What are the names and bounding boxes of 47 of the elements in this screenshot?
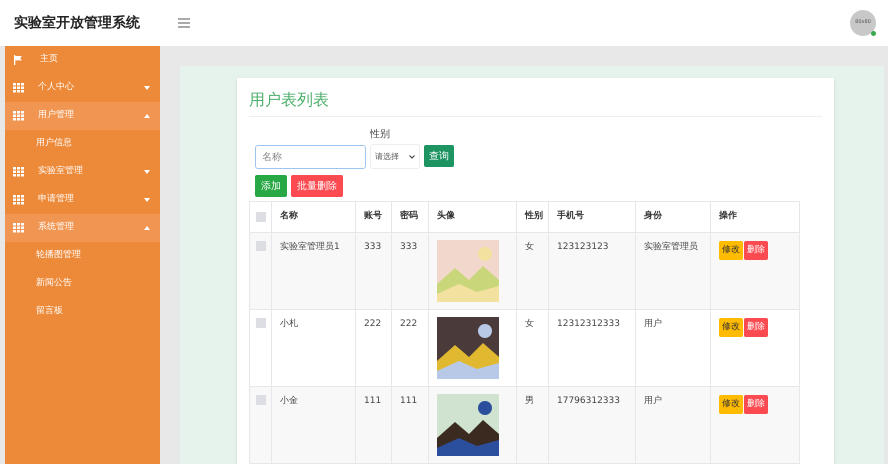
table-cell: 111 <box>356 386 392 464</box>
select-all-checkbox[interactable] <box>256 212 266 222</box>
sidebar-subitem[interactable]: 留言板 <box>5 298 160 326</box>
caret-icon <box>144 86 150 90</box>
menu-icon[interactable] <box>178 18 190 28</box>
grid-icon <box>13 195 24 205</box>
query-button[interactable]: 查询 <box>424 145 454 167</box>
edit-button[interactable]: 修改 <box>719 241 743 260</box>
sidebar-item[interactable]: 实验室管理 <box>5 158 160 186</box>
grid-icon <box>13 167 24 177</box>
row-checkbox[interactable] <box>256 395 266 405</box>
sidebar-item[interactable]: 系统管理 <box>5 214 160 242</box>
page-title: 用户表列表 <box>249 88 822 117</box>
app-title: 实验室开放管理系统 <box>14 14 141 32</box>
add-button[interactable]: 添加 <box>255 175 287 197</box>
sidebar-item[interactable]: 个人中心 <box>5 74 160 102</box>
table-cell: 男 <box>516 386 548 464</box>
name-search-field[interactable]: 名称 <box>255 145 366 169</box>
grid-icon <box>13 83 24 93</box>
caret-icon <box>144 198 150 202</box>
gender-select[interactable]: 请选择 <box>370 144 420 169</box>
row-checkbox[interactable] <box>256 318 266 328</box>
table-cell: 用户 <box>636 386 710 464</box>
table-cell: 小金 <box>272 386 356 464</box>
table-cell: 111 <box>392 386 428 464</box>
table-cell: 17796312333 <box>548 386 636 464</box>
caret-icon <box>144 114 150 118</box>
sidebar-item[interactable]: 用户管理 <box>5 102 160 130</box>
flag-icon <box>13 55 23 65</box>
gender-label: 性别 <box>370 128 391 142</box>
sidebar-subitem[interactable]: 新闻公告 <box>5 270 160 298</box>
edit-button[interactable]: 修改 <box>719 318 743 337</box>
chevron-down-icon <box>409 154 415 158</box>
sidebar-subitem[interactable]: 用户信息 <box>5 130 160 158</box>
edit-button[interactable]: 修改 <box>719 395 743 414</box>
sidebar-item[interactable]: 主页 <box>5 46 160 74</box>
batch-delete-button[interactable]: 批量删除 <box>291 175 343 197</box>
sidebar-subitem[interactable]: 轮播图管理 <box>5 242 160 270</box>
delete-button[interactable]: 删除 <box>744 395 768 414</box>
grid-icon <box>13 223 24 233</box>
caret-icon <box>144 226 150 230</box>
row-checkbox[interactable] <box>256 241 266 251</box>
grid-icon <box>13 111 24 121</box>
sidebar-item[interactable]: 申请管理 <box>5 186 160 214</box>
caret-icon <box>144 170 150 174</box>
delete-button[interactable]: 删除 <box>744 318 768 337</box>
delete-button[interactable]: 删除 <box>744 241 768 260</box>
